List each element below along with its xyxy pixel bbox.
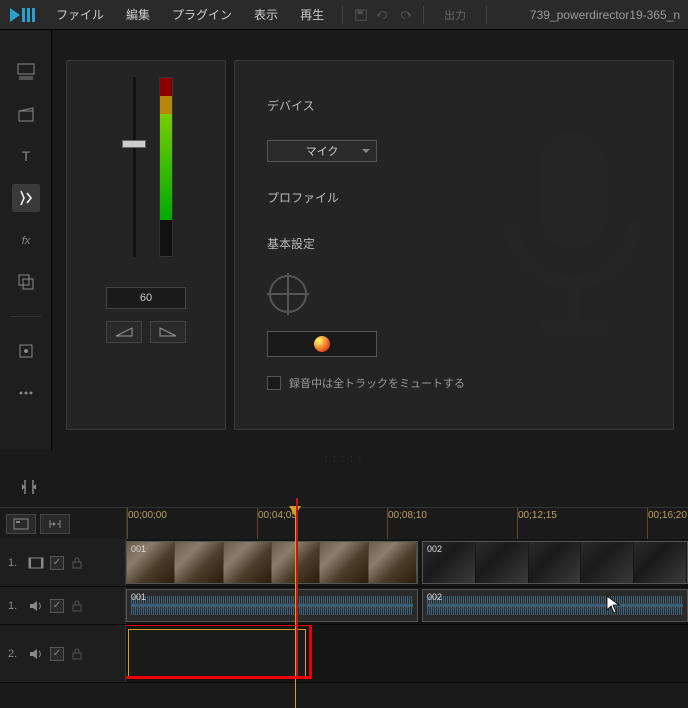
track-lock-icon[interactable]: [70, 647, 84, 661]
slider-area: [119, 77, 173, 267]
overlay-icon[interactable]: [12, 268, 40, 296]
audio-track-icon: [28, 646, 44, 662]
video-clip[interactable]: 002: [422, 541, 688, 584]
audio-clip[interactable]: 002: [422, 589, 688, 622]
ruler-tick: 00;16;20: [647, 508, 687, 539]
video-track-icon: [28, 555, 44, 571]
track-visible-checkbox[interactable]: [50, 647, 64, 661]
menu-view[interactable]: 表示: [244, 2, 288, 27]
separator: [486, 6, 487, 24]
track-row: 1. 001 002: [0, 587, 688, 625]
mouse-cursor-icon: [606, 595, 622, 618]
save-icon[interactable]: [351, 5, 371, 25]
effects-icon[interactable]: fx: [12, 226, 40, 254]
menu-file[interactable]: ファイル: [46, 2, 114, 27]
device-dropdown[interactable]: マイク: [267, 140, 377, 162]
volume-panel: 60: [66, 60, 226, 430]
more-icon[interactable]: [12, 379, 40, 407]
menu-plugin[interactable]: プラグイン: [162, 2, 242, 27]
voiceover-icon[interactable]: [12, 184, 40, 212]
separator: [342, 6, 343, 24]
project-filename: 739_powerdirector19-365_n: [530, 8, 680, 22]
app-logo: [8, 6, 36, 24]
svg-text:fx: fx: [21, 235, 30, 247]
mute-all-checkbox[interactable]: [267, 376, 281, 390]
audio-clip[interactable]: 001: [126, 589, 418, 622]
record-panel: デバイス マイク プロファイル 基本設定 録音中は全トラックをミュートする: [234, 60, 674, 430]
redo-icon[interactable]: [395, 5, 415, 25]
menu-edit[interactable]: 編集: [116, 2, 160, 27]
profile-label: プロファイル: [267, 189, 367, 206]
tool-sidebar: T fx: [0, 30, 52, 450]
separator: [11, 316, 41, 317]
time-ruler[interactable]: 00;00;00 00;04;05 00;08;10 00;12;15 00;1…: [126, 508, 688, 539]
split-tool-icon[interactable]: [14, 476, 44, 498]
output-label: 出力: [444, 7, 466, 23]
separator: [423, 6, 424, 24]
track-row: 2.: [0, 625, 688, 683]
settings-label: 基本設定: [267, 235, 367, 252]
timeline-tools: [0, 467, 688, 507]
ruler-tick: 00;08;10: [387, 508, 427, 539]
main-panel: T fx 60: [0, 30, 688, 450]
selected-empty-clip[interactable]: [128, 629, 306, 678]
track-row: 1. 001 002: [0, 539, 688, 587]
track-header: 2.: [0, 625, 126, 682]
track-visible-checkbox[interactable]: [50, 556, 64, 570]
track-visible-checkbox[interactable]: [50, 599, 64, 613]
clip-label: 001: [131, 592, 146, 602]
svg-text:T: T: [21, 148, 30, 164]
menu-play[interactable]: 再生: [290, 2, 334, 27]
crosshair-icon[interactable]: [267, 273, 309, 315]
undo-icon[interactable]: [373, 5, 393, 25]
panel-resize-handle[interactable]: : : : : :: [0, 450, 688, 467]
track-number: 1.: [8, 600, 22, 612]
track-header: 1.: [0, 539, 126, 586]
volume-slider[interactable]: [119, 77, 149, 257]
video-clip[interactable]: 001: [126, 541, 418, 584]
clip-label: 002: [427, 592, 442, 602]
fade-in-button[interactable]: [106, 321, 142, 343]
panel-container: 60 デバイス マイク プロファイル 基本設定: [52, 30, 688, 450]
level-meter: [159, 77, 173, 257]
record-button[interactable]: [267, 331, 377, 357]
slider-thumb[interactable]: [122, 140, 146, 148]
track-number: 2.: [8, 648, 22, 660]
timeline-header: 00;00;00 00;04;05 00;08;10 00;12;15 00;1…: [0, 507, 688, 539]
track-header: 1.: [0, 587, 126, 624]
room-icon[interactable]: [12, 337, 40, 365]
track-content[interactable]: 001 002: [126, 539, 688, 586]
snap-button[interactable]: [40, 514, 70, 534]
volume-value[interactable]: 60: [106, 287, 186, 309]
ruler-tick: 00;00;00: [127, 508, 167, 539]
track-content[interactable]: 001 002: [126, 587, 688, 624]
title-icon[interactable]: T: [12, 142, 40, 170]
clapper-icon[interactable]: [12, 100, 40, 128]
ruler-tick: 00;12;15: [517, 508, 557, 539]
track-number: 1.: [8, 557, 22, 569]
track-content[interactable]: [126, 625, 688, 682]
track-lock-icon[interactable]: [70, 556, 84, 570]
annotation-divider: [296, 498, 298, 678]
clip-label: 002: [427, 544, 442, 554]
media-library-icon[interactable]: [12, 58, 40, 86]
track-display-button[interactable]: [6, 514, 36, 534]
device-label: デバイス: [267, 97, 367, 114]
menubar: ファイル 編集 プラグイン 表示 再生 出力 739_powerdirector…: [0, 0, 688, 30]
audio-track-icon: [28, 598, 44, 614]
clip-label: 001: [131, 544, 146, 554]
record-dot-icon: [314, 336, 330, 352]
track-lock-icon[interactable]: [70, 599, 84, 613]
fade-out-button[interactable]: [150, 321, 186, 343]
